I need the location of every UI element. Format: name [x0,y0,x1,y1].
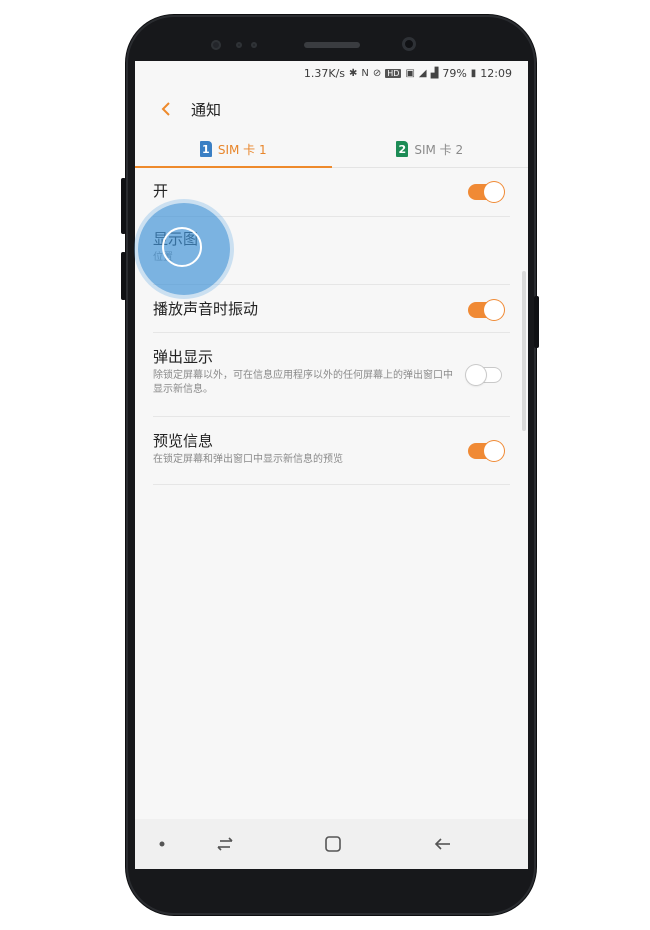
scroll-indicator [522,271,526,431]
tab-label: SIM 卡 2 [414,142,464,157]
toggle-popup-switch[interactable] [466,365,502,385]
sim-card-icon: 2 [396,141,409,157]
navigation-bar [135,819,528,869]
nav-back-button[interactable] [431,833,455,855]
dot-icon [159,841,165,847]
blocked-icon: ⊘ [372,67,382,79]
sim-card-icon: 1 [199,141,212,157]
sensor-icon [211,40,221,50]
front-camera-icon [402,37,416,51]
hd-icon: HD [385,68,402,78]
setting-title: 开 [153,182,169,200]
signal-icon: ▟ [430,67,439,79]
tab-sim-1[interactable]: 1 SIM 卡 1 [135,131,332,168]
power-button [534,296,539,348]
battery-icon: ▮ [470,67,477,79]
setting-row-preview[interactable]: 预览信息 在锁定屏幕和弹出窗口中显示新信息的预览 [153,417,510,485]
toggle-knob [484,300,504,320]
setting-subtitle: 在锁定屏幕和弹出窗口中显示新信息的预览 [153,454,343,465]
back-arrow-icon [434,838,450,850]
network-speed: 1.37K/s [303,66,346,80]
clock: 12:09 [480,66,512,80]
screen: 1.37K/s ✱ N ⊘ HD ▣ ◢ ▟ 79% ▮ 12:09 通知 1 … [135,61,528,869]
home-square-icon [325,836,341,852]
setting-row-vibrate[interactable]: 播放声音时振动 [153,285,510,333]
tab-label: SIM 卡 1 [217,142,267,157]
nav-dot-icon[interactable] [157,833,167,855]
chevron-left-icon [161,102,170,116]
touch-point-icon [162,227,202,267]
touch-indicator [138,203,230,295]
bixby-button [121,252,126,300]
setting-row-popup[interactable]: 弹出显示 除锁定屏幕以外，可在信息应用程序以外的任何屏幕上的弹出窗口中显示新信息… [153,333,510,417]
status-bar: 1.37K/s ✱ N ⊘ HD ▣ ◢ ▟ 79% ▮ 12:09 [135,61,528,85]
battery-percent: 79% [442,66,467,80]
toggle-knob [484,182,504,202]
toggle-on-switch[interactable] [468,182,504,202]
setting-title: 播放声音时振动 [153,300,259,318]
back-button[interactable] [151,94,181,124]
setting-title: 弹出显示 [153,348,214,366]
nfc-icon: N [361,67,369,79]
recent-apps-button[interactable] [213,833,237,855]
earpiece-speaker [304,42,360,48]
recent-apps-icon [217,837,233,851]
tab-sim-2[interactable]: 2 SIM 卡 2 [332,131,529,167]
toggle-knob [484,441,504,461]
sensor-icon [236,42,242,48]
page-title: 通知 [191,100,222,119]
setting-title: 预览信息 [153,432,214,450]
sensor-icon [251,42,257,48]
setting-subtitle: 除锁定屏幕以外，可在信息应用程序以外的任何屏幕上的弹出窗口中显示新信息。 [153,370,453,395]
bluetooth-icon: ✱ [349,67,358,79]
toggle-knob [466,365,486,385]
phone-top-bezel [126,15,536,63]
vibrate-icon: ▣ [405,67,415,79]
toggle-preview-switch[interactable] [468,441,504,461]
wifi-icon: ◢ [418,67,427,79]
sim-tabs: 1 SIM 卡 1 2 SIM 卡 2 [135,131,528,168]
volume-button [121,178,126,234]
app-bar: 通知 [135,89,528,129]
toggle-vibrate-switch[interactable] [468,300,504,320]
home-button[interactable] [321,833,345,855]
